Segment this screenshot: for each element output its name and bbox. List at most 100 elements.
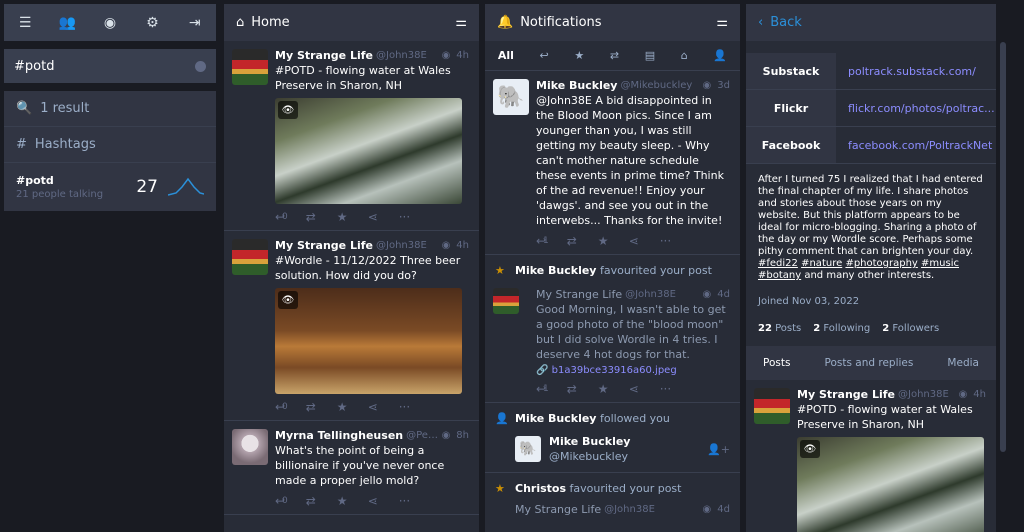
tab-posts[interactable]: Posts: [763, 357, 790, 369]
avatar[interactable]: [232, 49, 268, 85]
reply-icon[interactable]: ↩: [536, 382, 567, 396]
status-time[interactable]: 4h: [973, 389, 986, 400]
hide-media-icon[interactable]: 👁: [278, 101, 298, 119]
boost-icon[interactable]: ⇄: [306, 210, 337, 224]
avatar[interactable]: 🐘: [515, 436, 541, 462]
favourite-notification[interactable]: ★ Mike Buckley favourited your post: [485, 255, 740, 280]
avatar[interactable]: [493, 288, 519, 314]
follow-back-icon[interactable]: 👤+: [707, 442, 730, 457]
favourite-notification[interactable]: ★ Christos favourited your post My Stran…: [485, 472, 740, 519]
field-link[interactable]: flickr.com/photos/poltrac...: [836, 90, 996, 126]
notifier-name[interactable]: Mike Buckley: [515, 412, 596, 425]
follower-card[interactable]: 🐘 Mike Buckley @Mikebuckley 👤+: [515, 432, 730, 466]
column-settings-icon[interactable]: ⚌: [455, 15, 467, 30]
bio-hashtag[interactable]: #fedi22: [758, 258, 798, 269]
globe-icon[interactable]: ◉: [98, 15, 122, 31]
bio-hashtag[interactable]: #photography: [845, 258, 917, 269]
posts-count[interactable]: 22 Posts: [758, 323, 801, 334]
following-count[interactable]: 2 Following: [813, 323, 870, 334]
status-time[interactable]: 8h: [456, 430, 469, 441]
profile-header[interactable]: ‹ Back: [746, 4, 996, 41]
follow-notification[interactable]: 👤 Mike Buckley followed you 🐘 Mike Buckl…: [485, 403, 740, 472]
display-name[interactable]: Mike Buckley: [549, 435, 630, 448]
clear-search-icon[interactable]: [195, 60, 206, 72]
status-item[interactable]: Myrna Tellingheusen@PearlsF...◉ 8h What's…: [224, 421, 479, 515]
display-name[interactable]: My Strange Life: [515, 502, 601, 517]
mention-notification[interactable]: 🐘 Mike Buckley @Mikebuckley ◉ 3d @John38E A…: [485, 71, 740, 255]
home-header[interactable]: ⌂ Home ⚌: [224, 4, 479, 41]
media-image[interactable]: 👁: [275, 98, 462, 204]
tab-media[interactable]: Media: [947, 357, 979, 369]
notifications-header[interactable]: 🔔 Notifications ⚌: [485, 4, 740, 41]
people-icon[interactable]: 👥: [56, 15, 80, 31]
more-icon[interactable]: ···: [399, 210, 430, 224]
avatar[interactable]: [232, 239, 268, 275]
share-icon[interactable]: ⋖: [368, 400, 399, 414]
status-time[interactable]: 4d: [717, 502, 730, 517]
reply-icon[interactable]: ↩: [275, 400, 306, 414]
filter-home-icon[interactable]: ⌂: [681, 49, 688, 62]
field-link[interactable]: poltrack.substack.com/: [836, 53, 996, 89]
status-item[interactable]: My Strange Life @John38E ◉ 4h #Wordle - 11/…: [224, 231, 479, 421]
notifier-name[interactable]: Mike Buckley: [515, 264, 596, 277]
favourite-icon[interactable]: ★: [598, 382, 629, 396]
hide-media-icon[interactable]: 👁: [278, 291, 298, 309]
avatar[interactable]: 🐘: [493, 79, 529, 115]
boost-icon[interactable]: ⇄: [306, 400, 337, 414]
display-name[interactable]: My Strange Life: [275, 239, 373, 252]
status-time[interactable]: 3d: [717, 80, 730, 91]
status-time[interactable]: 4h: [456, 50, 469, 61]
share-icon[interactable]: ⋖: [368, 210, 399, 224]
more-icon[interactable]: ···: [399, 400, 430, 414]
column-settings-icon[interactable]: ⚌: [716, 15, 728, 30]
favourite-icon[interactable]: ★: [337, 494, 368, 508]
more-icon[interactable]: ···: [660, 382, 691, 396]
display-name[interactable]: My Strange Life: [275, 49, 373, 62]
boost-icon[interactable]: ⇄: [567, 234, 598, 248]
filter-boosts-icon[interactable]: ⇄: [610, 49, 619, 62]
avatar[interactable]: [754, 388, 790, 424]
status-item[interactable]: My Strange Life @John38E ◉ 4h #POTD - flowi…: [746, 380, 996, 532]
scrollbar[interactable]: [1000, 42, 1006, 452]
display-name[interactable]: My Strange Life: [536, 288, 622, 301]
field-link[interactable]: facebook.com/PoltrackNet: [836, 127, 996, 163]
favourite-icon[interactable]: ★: [337, 400, 368, 414]
display-name[interactable]: Mike Buckley: [536, 79, 617, 92]
boost-icon[interactable]: ⇄: [306, 494, 337, 508]
reply-icon[interactable]: ↩: [536, 234, 567, 248]
attachment-link[interactable]: 🔗 b1a39bce33916a60.jpeg: [536, 365, 730, 376]
followers-count[interactable]: 2 Followers: [882, 323, 939, 334]
search-value[interactable]: #potd: [14, 59, 54, 74]
display-name[interactable]: Myrna Tellingheusen: [275, 429, 403, 442]
media-image[interactable]: 👁: [797, 437, 984, 532]
share-icon[interactable]: ⋖: [629, 382, 660, 396]
share-icon[interactable]: ⋖: [629, 234, 660, 248]
filter-favourites-icon[interactable]: ★: [574, 49, 584, 62]
display-name[interactable]: My Strange Life: [797, 388, 895, 401]
bio-hashtag[interactable]: #botany: [758, 270, 801, 281]
reply-icon[interactable]: ↩: [275, 494, 306, 508]
share-icon[interactable]: ⋖: [368, 494, 399, 508]
logout-icon[interactable]: ⇥: [183, 15, 207, 31]
gear-icon[interactable]: ⚙: [140, 15, 164, 31]
boost-icon[interactable]: ⇄: [567, 382, 598, 396]
favourite-icon[interactable]: ★: [337, 210, 368, 224]
more-icon[interactable]: ···: [399, 494, 430, 508]
notifier-name[interactable]: Christos: [515, 482, 566, 495]
hide-media-icon[interactable]: 👁: [800, 440, 820, 458]
more-icon[interactable]: ···: [660, 234, 691, 248]
avatar[interactable]: [232, 429, 268, 465]
back-chevron-icon[interactable]: ‹: [758, 15, 763, 30]
favourited-status[interactable]: My Strange Life @John38E ◉ 4d Good Morning,…: [485, 280, 740, 403]
back-button[interactable]: Back: [770, 15, 802, 30]
bio-hashtag[interactable]: #nature: [801, 258, 842, 269]
menu-icon[interactable]: ☰: [13, 15, 37, 31]
status-time[interactable]: 4h: [456, 240, 469, 251]
search-input[interactable]: #potd: [4, 49, 216, 83]
filter-follows-icon[interactable]: 👤: [713, 49, 727, 62]
status-time[interactable]: 4d: [717, 289, 730, 300]
reply-icon[interactable]: ↩: [275, 210, 306, 224]
filter-mentions-icon[interactable]: ↩: [540, 49, 549, 62]
media-image[interactable]: 👁: [275, 288, 462, 394]
filter-polls-icon[interactable]: ▤: [645, 49, 655, 62]
